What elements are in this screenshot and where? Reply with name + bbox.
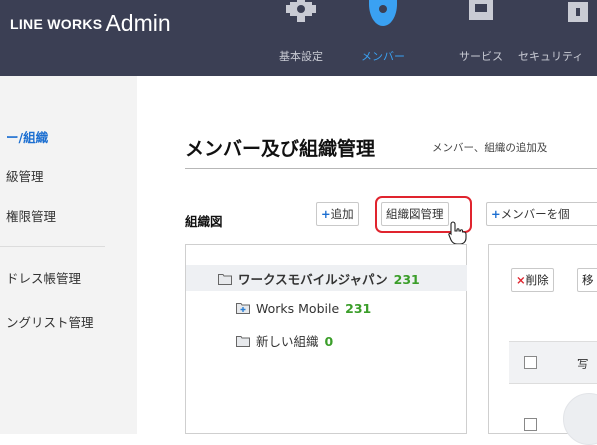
delete-label: 削除	[525, 273, 549, 287]
sidebar-item-permissions[interactable]: 権限管理	[6, 206, 56, 225]
service-icon	[468, 0, 494, 25]
top-bar: LINE WORKS Admin 基本設定 メンバー サービス セキュリティ	[0, 0, 597, 76]
add-member-button[interactable]: +メンバーを個	[486, 202, 597, 226]
nav-services[interactable]: サービス	[448, 0, 514, 76]
member-count: 231	[393, 272, 420, 287]
person-icon	[366, 0, 400, 31]
tree-root-item[interactable]: ワークスモバイルジャパン 231	[218, 269, 420, 288]
sidebar-item-mailing-list[interactable]: ングリスト管理	[6, 312, 94, 331]
section-name: Admin	[105, 10, 171, 36]
select-all-checkbox[interactable]	[524, 356, 537, 369]
plus-icon: +	[491, 207, 501, 221]
folder-icon	[236, 335, 250, 350]
column-header-photo: 写	[577, 357, 589, 371]
delete-button[interactable]: ×削除	[511, 268, 554, 292]
member-count: 0	[324, 334, 334, 349]
sidebar-item-member-org[interactable]: ー/組織	[6, 127, 48, 146]
title-divider	[185, 168, 597, 169]
tree-item-works-mobile[interactable]: Works Mobile 231	[236, 301, 371, 317]
org-tree-panel: ワークスモバイルジャパン 231 Works Mobile 231 新しい組織 0	[185, 244, 467, 434]
nav-label: セキュリティ	[518, 50, 584, 63]
lock-icon	[568, 0, 588, 25]
nav-label: サービス	[459, 50, 503, 63]
move-button[interactable]: 移	[577, 268, 597, 292]
tree-item-new-org[interactable]: 新しい組織 0	[236, 331, 333, 350]
org-chart-label: 組織図	[185, 214, 223, 229]
nav-label: 基本設定	[279, 50, 323, 63]
sidebar-item-address-book[interactable]: ドレス帳管理	[6, 268, 81, 287]
add-member-label: メンバーを個	[500, 207, 570, 221]
tree-root-name: ワークスモバイルジャパン	[238, 272, 388, 287]
add-org-label: 追加	[330, 207, 354, 221]
tree-item-name: Works Mobile	[256, 301, 340, 316]
folder-icon	[218, 273, 232, 288]
gear-icon	[284, 0, 318, 25]
member-count: 231	[345, 301, 372, 316]
app-logo[interactable]: LINE WORKS Admin	[10, 8, 171, 36]
page-title: メンバー及び組織管理	[185, 138, 376, 160]
plus-icon: +	[321, 207, 331, 221]
folder-plus-icon[interactable]	[236, 302, 250, 317]
sidebar-item-grade[interactable]: 級管理	[6, 166, 44, 185]
add-org-button[interactable]: +追加	[316, 202, 359, 226]
sidebar-divider	[0, 246, 105, 247]
brand-name: LINE WORKS	[10, 16, 103, 32]
nav-basic-settings[interactable]: 基本設定	[268, 0, 334, 76]
row-checkbox[interactable]	[524, 418, 537, 431]
page-subtitle: メンバー、組織の追加及	[432, 142, 548, 154]
x-icon: ×	[516, 273, 526, 287]
nav-label: メンバー	[361, 50, 405, 63]
nav-members[interactable]: メンバー	[342, 0, 424, 76]
sidebar: ー/組織 級管理 権限管理 ドレス帳管理 ングリスト管理	[0, 76, 137, 434]
nav-security[interactable]: セキュリティ	[516, 0, 597, 76]
tree-item-name: 新しい組織	[256, 334, 319, 349]
